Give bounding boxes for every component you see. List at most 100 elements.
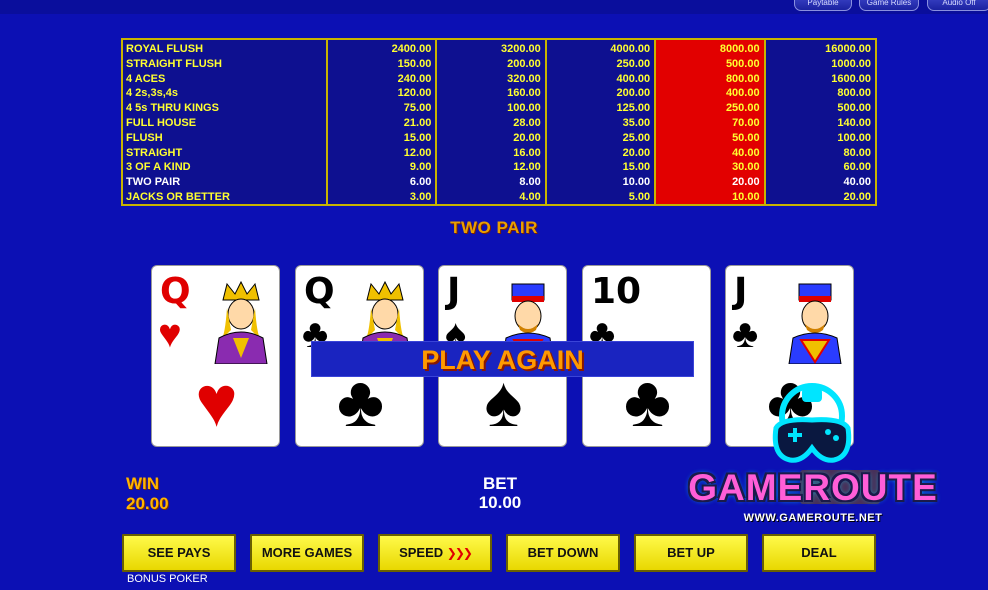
card-rank: Q [160,271,191,312]
paytable-value: 15.00 [403,131,432,144]
paytable-value: 20.00 [732,176,760,189]
paytable-value: 400.00 [725,87,760,100]
speed-arrows-icon: ❯❯❯ [446,546,473,560]
paytable-value: 20.00 [513,131,541,144]
paytable-value: 30.00 [732,161,760,174]
paytable-value: 5.00 [628,190,651,203]
paytable-value: 2400.00 [391,43,432,55]
paytable-value: 500.00 [837,102,871,115]
paytable-value: 200.00 [507,57,541,70]
paytable-value: 150.00 [397,57,432,70]
card-rank: 10 [591,271,642,312]
card-rank: J [734,271,748,312]
paytable-hand-name: STRAIGHT [126,146,183,159]
hand-result-label: TWO PAIR [450,218,538,237]
paytable-hand-names: ROYAL FLUSH STRAIGHT FLUSH 4 ACES 4 2s,3s,4… [123,40,328,204]
paytable-value: 320.00 [507,72,541,85]
paytable-value: 250.00 [616,57,651,70]
paytable-value: 160.00 [507,87,541,100]
paytable-hand-name: 4 5s THRU KINGS [126,102,219,115]
card-suit-small: ♥ [158,312,182,356]
paytable-value: 8000.00 [719,43,760,55]
paytable-value: 25.00 [622,131,651,144]
paytable-value: 120.00 [397,87,432,100]
paytable-hand-name: ROYAL FLUSH [126,43,204,55]
paytable-value: 4.00 [519,190,541,203]
paytable-value: 100.00 [507,102,541,115]
paytable-column-4: 8000.00 500.00 800.00 400.00 250.00 70.00 50.0… [656,40,766,204]
paytable-value: 3.00 [409,190,432,203]
paytable: ROYAL FLUSH STRAIGHT FLUSH 4 ACES 4 2s,3s,4… [121,38,877,206]
gamepad-logo-icon [772,383,852,463]
paytable-value: 6.00 [409,176,432,189]
paytable-hand-name: FULL HOUSE [126,116,197,129]
paytable-value: 240.00 [397,72,432,85]
paytable-value: 9.00 [409,161,432,174]
paytable-value: 500.00 [725,57,760,70]
top-bar: Paytable Game Rules Audio Off [0,0,988,14]
playing-card[interactable]: Q ♥ ♥ [151,265,280,447]
card-suit-small: ♣ [732,312,759,356]
card-rank: J [447,271,461,312]
paytable-value: 1600.00 [831,72,871,85]
paytable-value: 800.00 [837,87,871,100]
paytable-value: 16.00 [513,146,541,159]
paytable-value: 140.00 [837,116,871,129]
paytable-value: 60.00 [843,161,871,174]
paytable-value: 125.00 [616,102,651,115]
paytable-value: 70.00 [732,116,760,129]
paytable-value: 12.00 [513,161,541,174]
win-value: 20.00 [126,494,169,513]
queen-face-icon [211,278,271,365]
bet-label: BET [483,474,517,493]
audio-toggle-button[interactable]: Audio Off [927,0,988,11]
watermark-brand: GAMEROUTE [688,467,938,508]
paytable-value: 250.00 [725,102,760,115]
deal-button[interactable]: DEAL [762,534,876,572]
game-rules-button[interactable]: Game Rules [859,0,919,11]
paytable-value: 15.00 [622,161,651,174]
bet-value: 10.00 [478,493,522,512]
game-name-label: BONUS POKER [127,573,208,585]
paytable-value: 50.00 [732,131,760,144]
play-again-banner[interactable]: PLAY AGAIN [311,341,694,377]
paytable-value: 12.00 [403,146,432,159]
paytable-value: 75.00 [403,102,432,115]
paytable-hand-name: JACKS OR BETTER [126,190,230,203]
win-label: WIN [126,474,160,493]
paytable-hand-name: 4 2s,3s,4s [126,87,178,100]
paytable-value: 10.00 [622,176,651,189]
paytable-value: 4000.00 [610,43,651,55]
paytable-column-3: 4000.00 250.00 400.00 200.00 125.00 35.00 25.0… [547,40,657,204]
paytable-column-1: 2400.00 150.00 240.00 120.00 75.00 21.00 15.00… [328,40,438,204]
paytable-value: 40.00 [732,146,760,159]
more-games-button[interactable]: MORE GAMES [250,534,364,572]
paytable-value: 20.00 [843,190,871,203]
speed-label: SPEED [399,545,444,560]
paytable-value: 35.00 [622,116,651,129]
paytable-value: 200.00 [616,87,651,100]
card-suit-large: ♥ [195,362,238,442]
paytable-value: 16000.00 [825,43,871,55]
see-pays-button[interactable]: SEE PAYS [122,534,236,572]
paytable-value: 40.00 [843,176,871,189]
bet-up-button[interactable]: BET UP [634,534,748,572]
paytable-value: 28.00 [513,116,541,129]
paytable-hand-name: STRAIGHT FLUSH [126,57,222,70]
paytable-button[interactable]: Paytable [794,0,852,11]
paytable-hand-name: FLUSH [126,131,163,144]
paytable-value: 20.00 [622,146,651,159]
jack-face-icon [785,278,845,365]
paytable-column-5: 16000.00 1000.00 1600.00 800.00 500.00 140.00… [766,40,875,204]
paytable-hand-name: 4 ACES [126,72,166,85]
paytable-value: 10.00 [732,190,760,203]
paytable-hand-name: TWO PAIR [126,176,181,189]
paytable-value: 800.00 [725,72,760,85]
paytable-value: 80.00 [843,146,871,159]
card-rank: Q [304,271,335,312]
paytable-value: 400.00 [616,72,651,85]
paytable-value: 1000.00 [831,57,871,70]
bet-down-button[interactable]: BET DOWN [506,534,620,572]
paytable-value: 21.00 [403,116,432,129]
speed-button[interactable]: SPEED ❯❯❯ [378,534,492,572]
